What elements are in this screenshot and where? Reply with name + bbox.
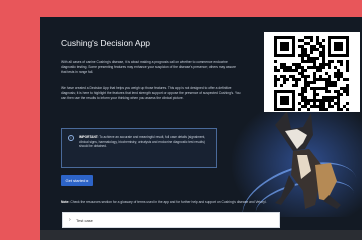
bottom-bar: [40, 230, 362, 240]
important-notice: i IMPORTANT: To achieve an accurate and …: [61, 128, 217, 168]
info-icon: i: [68, 135, 74, 141]
intro-paragraph: We have created a Decision App that help…: [61, 86, 241, 100]
chevron-right-icon: ›: [69, 217, 71, 223]
test-case-item[interactable]: › Test case: [62, 212, 280, 228]
note-label: Note:: [61, 200, 70, 204]
test-case-label: Test case: [76, 218, 93, 223]
notice-text: IMPORTANT: To achieve an accurate and me…: [79, 135, 213, 149]
dog-illustration: [275, 111, 341, 209]
note-body: Check the resources section for a glossa…: [70, 200, 267, 204]
qr-code-icon: [264, 32, 360, 112]
get-started-button[interactable]: Get started ▸: [61, 175, 93, 186]
qr-code-graphic: [274, 36, 349, 111]
notice-heading: IMPORTANT:: [79, 135, 99, 139]
page-title: Cushing's Decision App: [61, 38, 151, 48]
notice-body: To achieve an accurate and meaningful re…: [79, 135, 206, 149]
intro-paragraph: With all cases of canine Cushing's disea…: [61, 60, 236, 74]
